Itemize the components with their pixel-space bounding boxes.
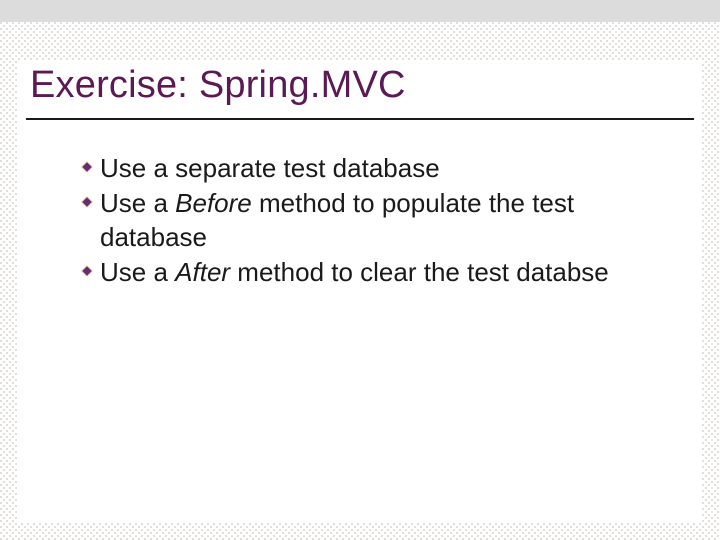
list-item: Use a After method to clear the test dat… [80,256,660,289]
slide-title: Exercise: Spring.MVC [30,64,690,108]
list-item-text: Use a After method to clear the test dat… [100,256,660,289]
list-item-text: Use a separate test database [100,152,660,185]
text-segment: method to clear the test databse [230,257,609,287]
list-item: Use a separate test database [80,152,660,185]
diamond-bullet-icon [80,195,94,209]
text-italic: After [175,257,230,287]
window-top-bar [0,0,720,22]
diamond-bullet-icon [80,264,94,278]
bullet-list: Use a separate test database Use a Befor… [80,152,660,291]
text-italic: Before [175,188,252,218]
slide-canvas: Exercise: Spring.MVC Use a separate test… [0,22,720,540]
text-segment: Use a separate test database [100,153,440,183]
list-item-text: Use a Before method to populate the test… [100,187,660,254]
text-segment: Use a [100,188,175,218]
list-item: Use a Before method to populate the test… [80,187,660,254]
diamond-bullet-icon [80,160,94,174]
title-container: Exercise: Spring.MVC [26,60,694,120]
text-segment: Use a [100,257,175,287]
